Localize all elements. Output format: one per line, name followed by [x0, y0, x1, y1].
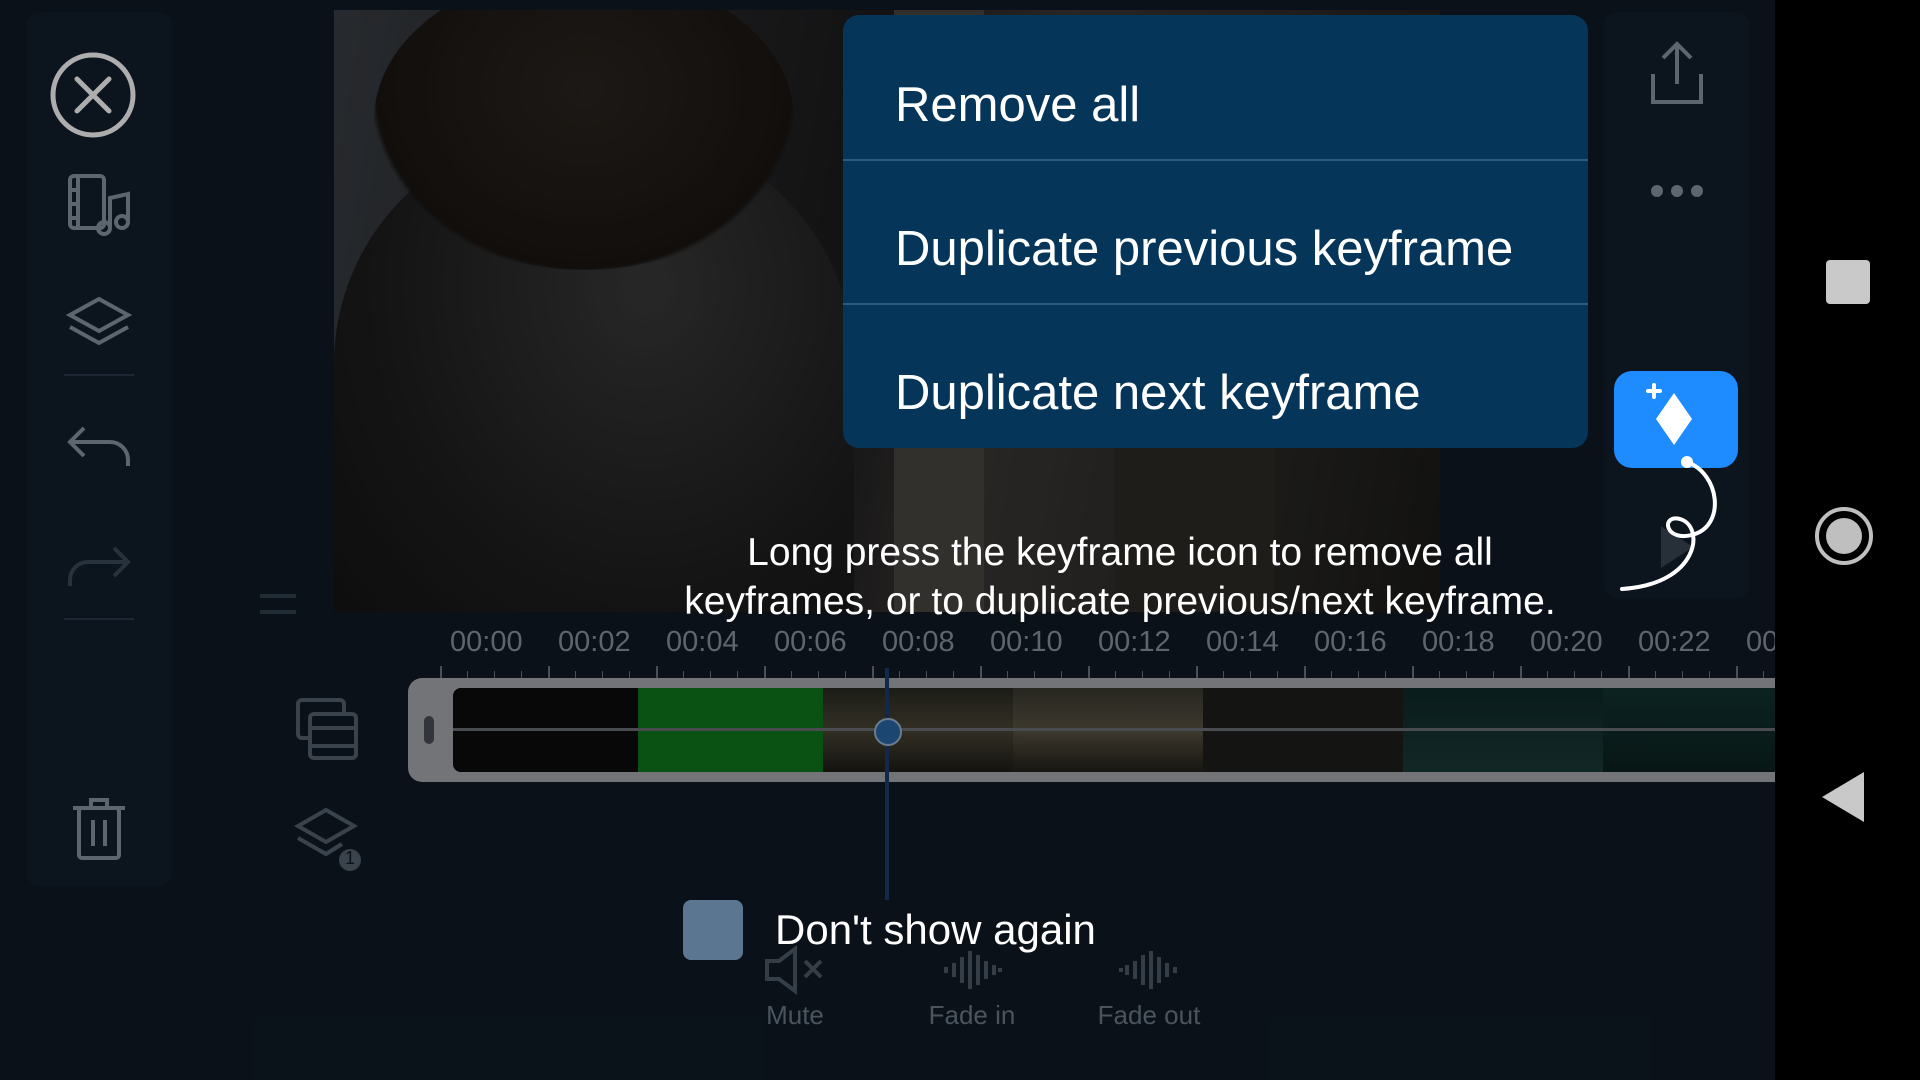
keyframe-context-menu: Remove all Duplicate previous keyframe D… [843, 15, 1588, 448]
dont-show-again-checkbox[interactable] [683, 900, 743, 960]
tutorial-hint: Long press the keyframe icon to remove a… [560, 528, 1680, 626]
menu-item-duplicate-next[interactable]: Duplicate next keyframe [843, 321, 1588, 448]
back-button[interactable] [1822, 772, 1864, 822]
menu-divider [843, 303, 1588, 305]
hint-line-2: keyframes, or to duplicate previous/next… [684, 580, 1556, 623]
menu-divider [843, 159, 1588, 161]
hint-line-1: Long press the keyframe icon to remove a… [747, 531, 1493, 574]
recents-button[interactable] [1826, 260, 1870, 304]
home-icon [1826, 518, 1862, 554]
dont-show-again-label[interactable]: Don't show again [775, 900, 1096, 960]
home-button[interactable] [1815, 507, 1873, 565]
menu-item-duplicate-previous[interactable]: Duplicate previous keyframe [843, 177, 1588, 321]
menu-item-remove-all[interactable]: Remove all [843, 33, 1588, 177]
